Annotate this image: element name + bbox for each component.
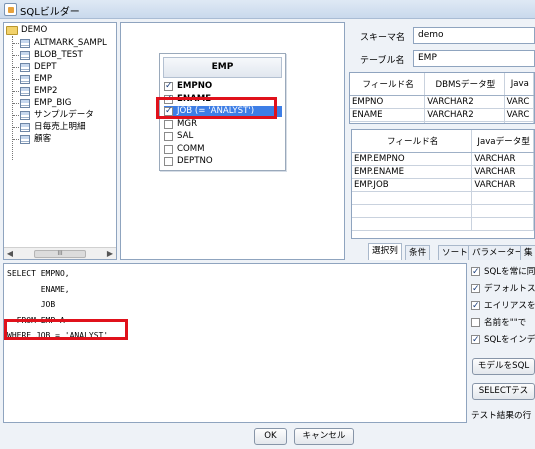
option-label: デフォルトスキ: [484, 284, 535, 294]
select-test-button[interactable]: SELECTテス: [472, 383, 535, 400]
sql-options-panel: SQLを常に同デフォルトスキエイリアスを付名前を""で SQLをインデ モデルをS…: [470, 263, 535, 423]
sql-line: ENAME,: [7, 284, 70, 294]
tab-3[interactable]: パラメーター: [468, 245, 528, 260]
column-label: SAL: [177, 131, 194, 141]
option-check[interactable]: [471, 283, 480, 295]
option-checkbox[interactable]: SQLをインデ: [471, 334, 535, 346]
table-tree-panel[interactable]: DEMO ALTMARK_SAMPL BLOB_TEST DEPT EMP EMP2 EM…: [3, 22, 117, 260]
window-title-bar: SQLビルダー: [0, 0, 535, 19]
grid-header[interactable]: フィールド名: [350, 73, 426, 96]
table-icon: [20, 87, 30, 96]
option-label: SQLを常に同: [484, 267, 535, 277]
table-row[interactable]: ENAME VARCHAR2 VARC: [350, 108, 534, 122]
table-icon: [20, 99, 30, 108]
app-icon: [4, 3, 17, 16]
grid-cell: VARCHAR: [471, 178, 534, 192]
option-check[interactable]: [471, 266, 480, 278]
table-row[interactable]: EMP.EMPNO VARCHAR: [352, 152, 534, 166]
ok-button[interactable]: OK: [254, 428, 287, 445]
option-check[interactable]: [471, 300, 480, 312]
grid-cell: VARCHAR: [471, 165, 534, 179]
annotation-box-job: [156, 97, 277, 119]
grid-cell: VARCHAR2: [424, 95, 505, 109]
sql-line: JOB: [7, 300, 56, 309]
grid-cell: EMPNO: [350, 95, 426, 109]
grid-header[interactable]: Java: [504, 73, 534, 96]
tab-0[interactable]: 選択列: [368, 243, 402, 260]
column-checkbox[interactable]: [164, 81, 173, 92]
model-to-sql-button[interactable]: モデルをSQL: [472, 358, 535, 375]
schema-label: スキーマ名: [360, 33, 406, 43]
table-icon: [20, 39, 30, 48]
tree-item-label: 顧客: [34, 134, 52, 144]
folder-icon: [6, 26, 18, 35]
selected-fields-table: フィールド名 Javaデータ型 EMP.EMPNO VARCHAR EMP.ENAME V…: [352, 130, 534, 231]
table-icon: [20, 135, 30, 144]
table-icon: [20, 123, 30, 132]
option-checkbox[interactable]: エイリアスを付: [471, 300, 535, 312]
grid-cell: VARC: [504, 108, 534, 122]
table-icon: [20, 75, 30, 84]
column-label: EMPNO: [177, 81, 213, 91]
selected-fields-grid[interactable]: フィールド名 Javaデータ型 EMP.EMPNO VARCHAR EMP.ENAME V…: [351, 129, 535, 239]
column-label: DEPTNO: [177, 156, 213, 166]
column-checkbox[interactable]: [164, 157, 173, 166]
column-checkbox[interactable]: [164, 144, 173, 154]
tree-root-label: DEMO: [21, 25, 48, 35]
table-icon: [20, 51, 30, 60]
scroll-right-icon[interactable]: ▶: [105, 249, 115, 259]
option-check[interactable]: [471, 318, 480, 327]
grid-header[interactable]: フィールド名: [352, 130, 473, 153]
column-checkbox[interactable]: [164, 119, 173, 129]
scroll-left-icon[interactable]: ◀: [5, 249, 15, 259]
grid-cell: ENAME: [350, 108, 426, 122]
option-checkbox[interactable]: 名前を""で: [471, 317, 535, 329]
option-label: 名前を""で: [484, 318, 527, 328]
option-checkbox[interactable]: SQLを常に同: [471, 266, 535, 278]
sql-text-area[interactable]: SELECT EMPNO, ENAME, JOB FROM EMP A WHERE…: [3, 263, 467, 423]
table-name-label: テーブル名: [360, 56, 405, 66]
grid-cell: VARCHAR: [471, 152, 534, 166]
table-icon: [20, 63, 30, 72]
sql-line: SELECT EMPNO,: [7, 269, 70, 278]
option-label: エイリアスを付: [484, 301, 535, 311]
table-row[interactable]: EMPNO VARCHAR2 VARC: [350, 95, 534, 109]
tab-2[interactable]: ソート: [438, 245, 472, 260]
grid-header[interactable]: DBMSデータ型: [424, 73, 505, 96]
field-type-grid[interactable]: フィールド名 DBMSデータ型 Java EMPNO VARCHAR2 VARC ENAME…: [349, 72, 535, 124]
tab-1[interactable]: 条件: [405, 245, 431, 260]
query-design-canvas[interactable]: EMP EMPNOENAMEJOB (= 'ANALYST')MGRSALCOM…: [120, 22, 345, 260]
grid-cell: EMP.ENAME: [352, 165, 473, 179]
tab-4[interactable]: 集: [520, 245, 535, 260]
table-row[interactable]: EMP.ENAME VARCHAR: [352, 165, 534, 179]
property-tabs: 選択列 条件 ソート パラメーター集: [348, 243, 535, 260]
field-type-table: フィールド名 DBMSデータ型 Java EMPNO VARCHAR2 VARC ENAME…: [350, 73, 534, 123]
annotation-box-where: [4, 319, 128, 340]
table-box-title[interactable]: EMP: [163, 57, 282, 78]
dialog-footer: OK キャンセル: [0, 425, 535, 449]
scroll-thumb[interactable]: III: [34, 250, 86, 258]
option-checkbox[interactable]: デフォルトスキ: [471, 283, 535, 295]
tree-horizontal-scrollbar[interactable]: ◀ III ▶: [4, 247, 116, 259]
grid-header[interactable]: Javaデータ型: [471, 130, 534, 153]
table-name-field[interactable]: EMP: [413, 50, 535, 67]
column-checkbox[interactable]: [164, 132, 173, 141]
grid-cell: EMP.JOB: [352, 178, 473, 192]
grid-cell: EMP.EMPNO: [352, 152, 473, 166]
test-result-label: テスト結果の行: [471, 411, 532, 421]
window-title: SQLビルダー: [20, 7, 80, 18]
option-check[interactable]: [471, 334, 480, 346]
schema-field[interactable]: demo: [413, 27, 535, 44]
grid-cell: VARCHAR2: [424, 108, 505, 122]
cancel-button[interactable]: キャンセル: [294, 428, 354, 445]
table-row[interactable]: EMP.JOB VARCHAR: [352, 178, 534, 192]
option-label: SQLをインデ: [484, 335, 535, 345]
property-panel: スキーマ名 demo テーブル名 EMP フィールド名 DBMSデータ型 Java E…: [348, 22, 535, 260]
column-label: MGR: [177, 118, 198, 129]
grid-cell: VARC: [504, 95, 534, 109]
table-icon: [20, 111, 30, 120]
column-label: COMM: [177, 143, 205, 154]
